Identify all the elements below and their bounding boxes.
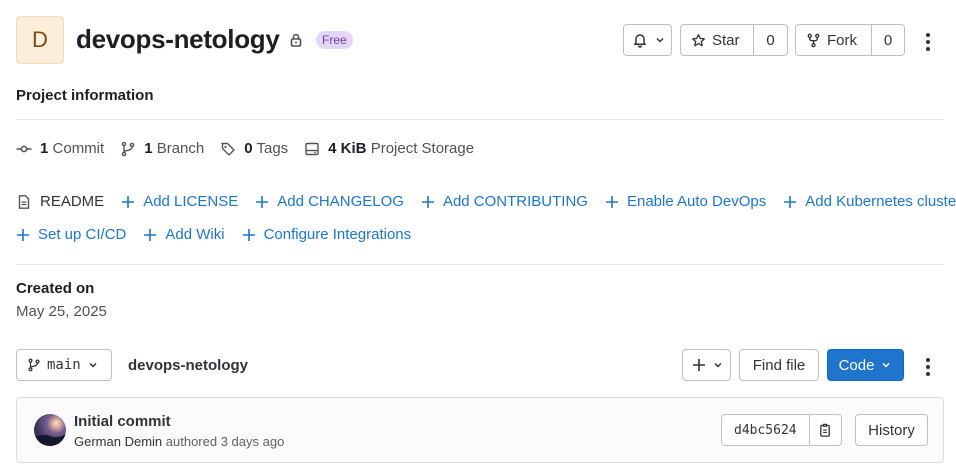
project-title[interactable]: devops-netology: [76, 24, 280, 55]
configure-integrations-label: Configure Integrations: [263, 226, 412, 243]
stat-tags-count: 0: [244, 140, 253, 157]
commit-sha[interactable]: d4bc5624: [722, 415, 809, 445]
star-button-group: Star 0: [680, 24, 788, 56]
add-wiki-label: Add Wiki: [165, 226, 225, 243]
branch-selector[interactable]: main: [16, 349, 112, 381]
history-label: History: [868, 421, 915, 439]
project-avatar: D: [16, 16, 64, 64]
project-links-row-1: README Add LICENSE Add CHANGELOG Add CON…: [16, 193, 956, 210]
stat-commits-label: Commit: [52, 140, 105, 157]
branch-icon: [27, 358, 41, 372]
enable-auto-devops-link[interactable]: Enable Auto DevOps: [605, 193, 766, 210]
history-button[interactable]: History: [855, 414, 928, 446]
readme-label: README: [40, 193, 105, 210]
project-actions-menu-icon[interactable]: [920, 33, 936, 51]
commit-author[interactable]: German Demin: [74, 434, 162, 449]
star-count[interactable]: 0: [753, 25, 787, 55]
commit-icon: [16, 141, 32, 157]
stat-tags-label: Tags: [256, 140, 289, 157]
chevron-down-icon: [654, 34, 666, 46]
plus-icon: [783, 195, 797, 209]
add-kubernetes-cluster-link[interactable]: Add Kubernetes cluster: [783, 193, 956, 210]
project-links-row-2: Set up CI/CD Add Wiki Configure Integrat…: [16, 226, 428, 243]
add-contributing-label: Add CONTRIBUTING: [442, 193, 588, 210]
divider: [16, 119, 944, 120]
code-dropdown-button[interactable]: Code: [827, 349, 904, 381]
star-icon: [691, 33, 706, 48]
doc-icon: [16, 194, 32, 210]
setup-ci-cd-link[interactable]: Set up CI/CD: [16, 226, 126, 243]
stat-commits-count: 1: [40, 140, 49, 157]
disk-icon: [304, 141, 320, 157]
stat-branches-label: Branch: [156, 140, 205, 157]
commit-sha-group: d4bc5624: [721, 414, 842, 446]
plus-icon: [16, 228, 30, 242]
chevron-down-icon: [880, 359, 892, 371]
add-kubernetes-cluster-label: Add Kubernetes cluster: [805, 193, 956, 210]
copy-sha-button[interactable]: [808, 415, 841, 445]
stat-storage[interactable]: 4 KiB Project Storage: [304, 140, 474, 157]
plus-icon: [121, 195, 135, 209]
lock-icon: [288, 32, 304, 48]
fork-count-value: 0: [883, 31, 893, 49]
fork-label: Fork: [827, 31, 857, 49]
stat-branches-count: 1: [144, 140, 153, 157]
chevron-down-icon: [87, 359, 99, 371]
add-to-tree-dropdown[interactable]: [682, 349, 731, 381]
fork-button[interactable]: Fork: [796, 25, 871, 55]
enable-auto-devops-label: Enable Auto DevOps: [626, 193, 767, 210]
add-changelog-link[interactable]: Add CHANGELOG: [255, 193, 404, 210]
branch-icon: [120, 141, 136, 157]
repository-path[interactable]: devops-netology: [128, 357, 248, 374]
commit-meta: German Demin authored 3 days ago: [74, 434, 284, 449]
add-license-label: Add LICENSE: [143, 193, 239, 210]
find-file-button[interactable]: Find file: [739, 349, 819, 381]
stat-branches[interactable]: 1 Branch: [120, 140, 204, 157]
stat-storage-size: 4 KiB: [328, 140, 367, 157]
code-label: Code: [838, 356, 875, 374]
bell-icon: [632, 32, 648, 48]
project-avatar-letter: D: [32, 27, 48, 52]
add-changelog-label: Add CHANGELOG: [277, 193, 404, 210]
last-commit-panel: Initial commit German Demin authored 3 d…: [16, 397, 944, 463]
commit-title[interactable]: Initial commit: [74, 413, 171, 430]
add-contributing-link[interactable]: Add CONTRIBUTING: [421, 193, 588, 210]
divider: [16, 264, 944, 265]
repository-actions-menu-icon[interactable]: [920, 358, 936, 376]
readme-link[interactable]: README: [16, 193, 104, 210]
plus-icon: [242, 228, 256, 242]
author-avatar[interactable]: [34, 414, 66, 446]
setup-ci-cd-label: Set up CI/CD: [38, 226, 127, 243]
tag-icon: [220, 141, 236, 157]
project-information-title: Project information: [16, 87, 154, 104]
fork-count[interactable]: 0: [871, 25, 904, 55]
notifications-dropdown[interactable]: [623, 24, 672, 56]
plus-icon: [255, 195, 269, 209]
star-count-value: 0: [766, 31, 775, 49]
plus-icon: [421, 195, 435, 209]
configure-integrations-link[interactable]: Configure Integrations: [242, 226, 412, 243]
created-on-label: Created on: [16, 280, 95, 297]
created-on-date: May 25, 2025: [16, 303, 107, 320]
find-file-label: Find file: [752, 356, 806, 374]
plus-icon: [143, 228, 157, 242]
stat-storage-label: Project Storage: [370, 140, 475, 157]
project-stats: 1 Commit 1 Branch 0 Tags 4 KiB Project S…: [16, 140, 490, 157]
branch-name: main: [47, 357, 81, 373]
fork-button-group: Fork 0: [795, 24, 905, 56]
chevron-down-icon: [712, 359, 724, 371]
star-button[interactable]: Star: [681, 25, 753, 55]
plan-badge: Free: [316, 31, 353, 49]
fork-icon: [806, 33, 821, 48]
stat-commits[interactable]: 1 Commit: [16, 140, 104, 157]
star-label: Star: [712, 31, 740, 49]
stat-tags[interactable]: 0 Tags: [220, 140, 288, 157]
copy-icon: [818, 423, 833, 438]
plus-icon: [692, 358, 706, 372]
add-wiki-link[interactable]: Add Wiki: [143, 226, 225, 243]
add-license-link[interactable]: Add LICENSE: [121, 193, 238, 210]
commit-authored-time: authored 3 days ago: [165, 434, 285, 449]
plus-icon: [605, 195, 619, 209]
